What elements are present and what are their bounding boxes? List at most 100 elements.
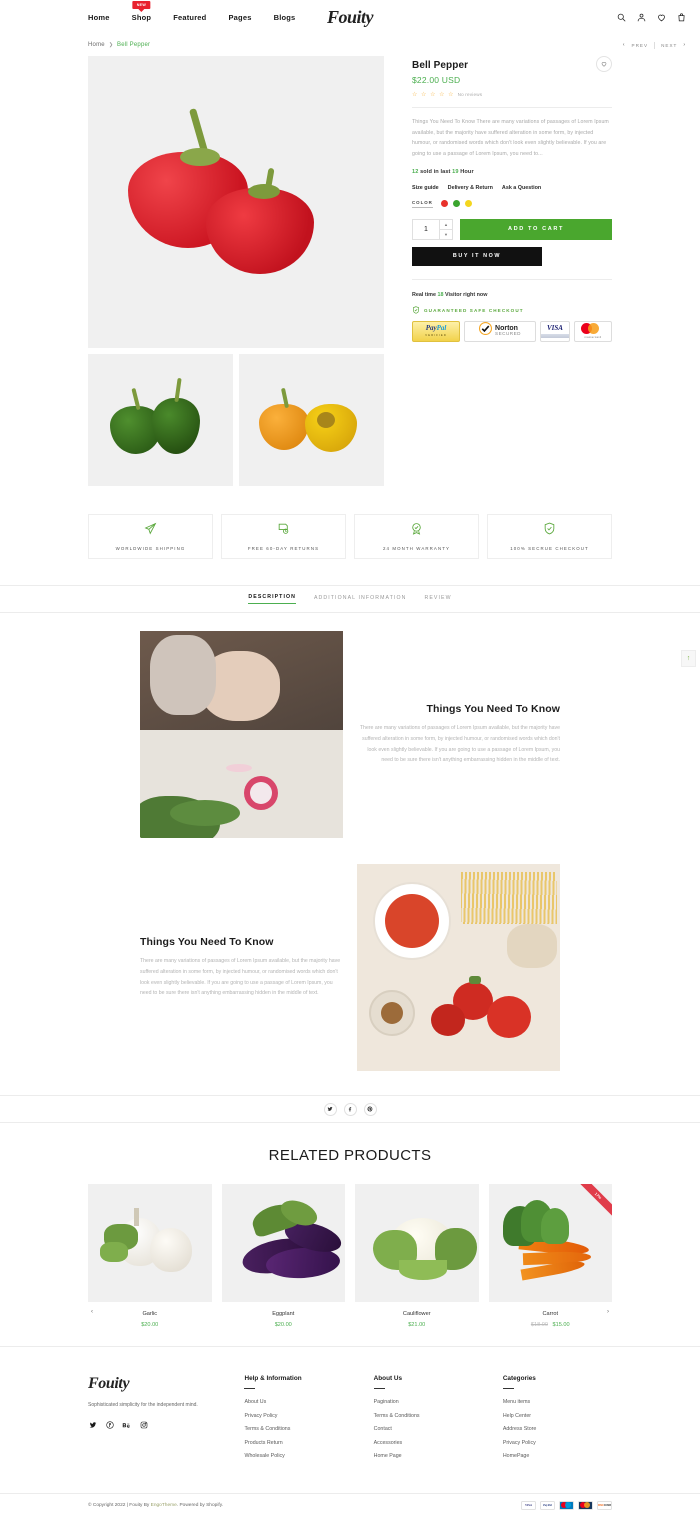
nav-item-blogs[interactable]: Blogs	[274, 13, 296, 22]
feature-free-returns: FREE 60-DAY RETURNS	[221, 514, 346, 559]
search-icon[interactable]	[617, 13, 626, 22]
footer-link[interactable]: Products Return	[244, 1440, 353, 1446]
pinterest-icon[interactable]	[363, 1102, 377, 1116]
breadcrumb-home[interactable]: Home	[88, 42, 105, 48]
site-footer: Fouity Sophisticated simplicity for the …	[0, 1346, 700, 1493]
twitter-icon[interactable]	[323, 1102, 337, 1116]
cart-icon[interactable]	[677, 12, 686, 22]
header-icons	[617, 12, 686, 22]
footer-link[interactable]: Privacy Policy	[244, 1413, 353, 1419]
sold-hours: 19	[452, 168, 459, 175]
related-products-title: RELATED PRODUCTS	[268, 1147, 432, 1164]
footer-link[interactable]: Terms & Conditions	[374, 1413, 483, 1419]
related-products-section: RELATED PRODUCTS ‹ › Garlic $20.00 Eggpl…	[0, 1123, 700, 1346]
swatch-red[interactable]	[440, 200, 448, 208]
product-card-eggplant[interactable]: Eggplant $20.00	[221, 1184, 345, 1328]
footer-link[interactable]: HomePage	[503, 1453, 612, 1459]
product-rating: ☆ ☆ ☆ ☆ ☆ No reviews	[412, 91, 612, 98]
instagram-icon[interactable]	[139, 1421, 148, 1430]
scroll-to-top-button[interactable]: ↑	[681, 650, 696, 667]
quantity-decrease-icon[interactable]: ▼	[440, 230, 452, 239]
footer-column-help: Help & Information About Us Privacy Poli…	[244, 1375, 353, 1467]
copyright-bar: © Copyright 2022 | Fouity By EngoTheme. …	[0, 1492, 700, 1517]
copyright-after: . Powered by Shopify.	[176, 1502, 224, 1508]
tab-additional-information[interactable]: ADDITIONAL INFORMATION	[314, 595, 407, 604]
footer-link[interactable]: Address Store	[503, 1426, 612, 1432]
quantity-value[interactable]: 1	[413, 226, 439, 233]
feature-worldwide-shipping: WORLDWIDE SHIPPING	[88, 514, 213, 559]
account-icon[interactable]	[637, 13, 646, 22]
product-card-cauliflower[interactable]: Cauliflower $21.00	[355, 1184, 479, 1328]
pinterest-icon[interactable]	[105, 1421, 114, 1430]
info-divider	[412, 107, 612, 108]
footer-column-about: About Us Pagination Terms & Conditions C…	[373, 1375, 483, 1467]
mastercard-badge: mastercard	[574, 320, 612, 342]
product-info: Bell Pepper $22.00 USD ☆ ☆ ☆ ☆ ☆ No revi…	[412, 56, 612, 486]
quantity-increase-icon[interactable]: ▲	[440, 220, 452, 230]
description-body: There are many variations of passages of…	[359, 724, 560, 764]
plane-icon	[144, 522, 157, 540]
size-guide-link[interactable]: Size guide	[412, 185, 439, 191]
product-main-image[interactable]	[88, 56, 384, 348]
swatch-yellow[interactable]	[464, 200, 472, 208]
next-arrow-icon[interactable]: ›	[683, 42, 686, 48]
product-short-description: Things You Need To Know There are many v…	[412, 119, 609, 157]
description-heading: Things You Need To Know	[140, 935, 274, 948]
prev-label[interactable]: PREV	[632, 43, 649, 48]
feature-label: WORLDWIDE SHIPPING	[115, 546, 186, 551]
footer-link[interactable]: Privacy Policy	[503, 1440, 612, 1446]
add-to-cart-button[interactable]: ADD TO CART	[460, 218, 612, 240]
next-label[interactable]: NEXT	[661, 43, 677, 48]
nav-item-shop[interactable]: NEW Shop	[131, 0, 152, 22]
product-image[interactable]: 17%	[488, 1184, 612, 1302]
product-image[interactable]	[355, 1184, 479, 1302]
footer-link[interactable]: Contact	[374, 1426, 483, 1432]
product-card-carrot[interactable]: 17% Carrot $18.00 $15.00	[488, 1184, 612, 1328]
description-block-2: Things You Need To Know There are many v…	[0, 864, 700, 1071]
facebook-icon[interactable]	[343, 1102, 357, 1116]
nav-item-featured[interactable]: Featured	[173, 13, 206, 22]
product-card-garlic[interactable]: Garlic $20.00	[88, 1184, 212, 1328]
product-name: Cauliflower	[402, 1311, 431, 1317]
product-image[interactable]	[88, 1184, 212, 1302]
footer-link[interactable]: Help Center	[503, 1413, 612, 1419]
pager-divider	[654, 41, 656, 49]
prev-arrow-icon[interactable]: ‹	[623, 42, 626, 48]
carousel-next-button[interactable]: ›	[602, 1306, 614, 1318]
footer-link[interactable]: Accessories	[374, 1440, 483, 1446]
ask-question-link[interactable]: Ask a Question	[502, 185, 541, 191]
footer-link[interactable]: Home Page	[374, 1453, 483, 1459]
product-name: Carrot	[542, 1311, 559, 1317]
twitter-icon[interactable]	[88, 1421, 97, 1430]
footer-link[interactable]: About Us	[244, 1399, 353, 1405]
carousel-prev-button[interactable]: ‹	[86, 1306, 98, 1318]
quantity-stepper[interactable]: 1 ▲ ▼	[412, 218, 453, 240]
footer-link[interactable]: Wholesale Policy	[244, 1453, 353, 1459]
footer-link[interactable]: Menu items	[503, 1399, 612, 1405]
nav-item-pages[interactable]: Pages	[228, 13, 251, 22]
review-count[interactable]: No reviews	[458, 92, 483, 97]
realtime-text-a: Real time	[412, 291, 436, 298]
thumbnail-yellow-pepper[interactable]	[239, 354, 384, 486]
footer-column-title: About Us	[373, 1375, 403, 1382]
nav-item-home[interactable]: Home	[88, 13, 110, 22]
color-swatches	[440, 200, 472, 208]
footer-link[interactable]: Terms & Conditions	[244, 1426, 353, 1432]
wishlist-icon[interactable]	[657, 13, 666, 22]
behance-icon[interactable]	[122, 1421, 131, 1430]
realtime-text-b: Visitor right now	[444, 291, 488, 298]
copyright-engo[interactable]: EngoTheme	[151, 1503, 177, 1508]
add-to-wishlist-button[interactable]	[596, 56, 612, 72]
buy-it-now-button[interactable]: BUY IT NOW	[412, 246, 542, 266]
tab-review[interactable]: REVIEW	[425, 595, 452, 604]
product-image[interactable]	[221, 1184, 345, 1302]
delivery-return-link[interactable]: Delivery & Return	[448, 185, 493, 191]
related-products-list: Garlic $20.00 Eggplant $20.00 Cauliflowe…	[0, 1184, 700, 1328]
nav-label: Shop	[131, 12, 152, 22]
footer-link[interactable]: Pagination	[374, 1399, 483, 1405]
tab-description[interactable]: DESCRIPTION	[248, 594, 296, 604]
share-bar	[0, 1095, 700, 1123]
thumbnail-green-pepper[interactable]	[88, 354, 233, 486]
product-name: Garlic	[142, 1311, 158, 1317]
swatch-green[interactable]	[452, 200, 460, 208]
